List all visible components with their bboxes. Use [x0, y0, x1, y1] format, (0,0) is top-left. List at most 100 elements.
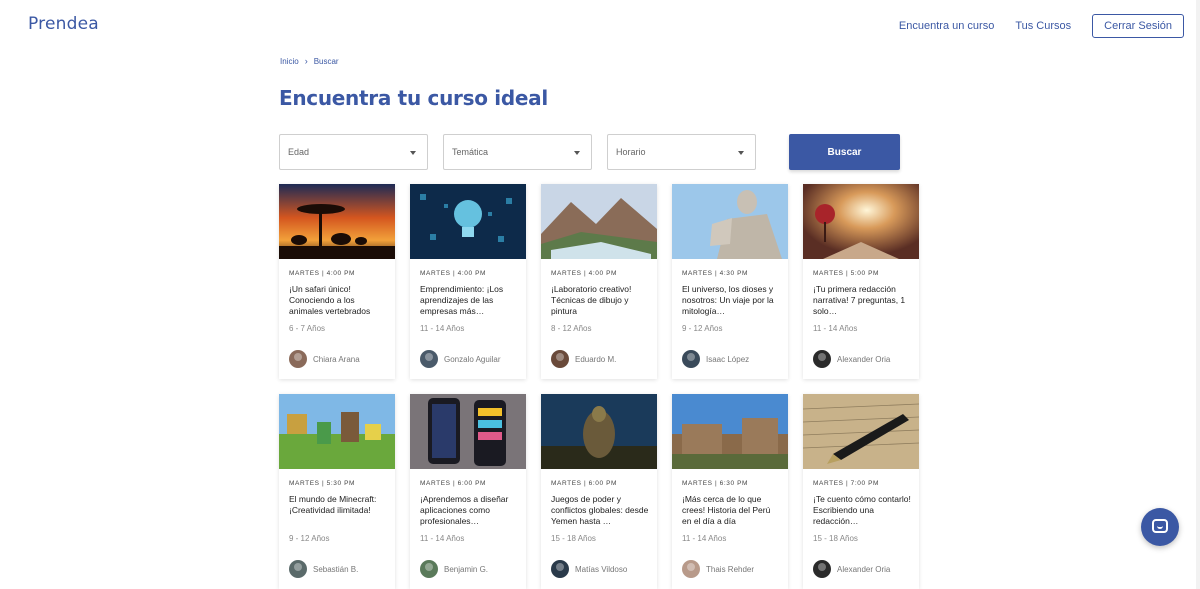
course-age-range: 9 - 12 Años [682, 324, 723, 333]
schedule-select[interactable]: Horario [607, 134, 756, 170]
course-age-range: 15 - 18 Años [813, 534, 858, 543]
course-thumbnail-cathedral [672, 394, 788, 469]
brand-logo[interactable]: Prendea [28, 14, 99, 34]
logout-button[interactable]: Cerrar Sesión [1092, 14, 1184, 38]
course-age-range: 9 - 12 Años [289, 534, 330, 543]
teacher-avatar [289, 560, 307, 578]
course-title[interactable]: Emprendimiento: ¡Los aprendizajes de las… [420, 284, 520, 318]
course-title[interactable]: Juegos de poder y conflictos globales: d… [551, 494, 651, 528]
nav-your-courses-link[interactable]: Tus Cursos [1015, 20, 1071, 32]
schedule-select-label: Horario [616, 147, 646, 157]
course-schedule: MARTES | 6:00 PM [420, 480, 487, 487]
course-title[interactable]: ¡Más cerca de lo que crees! Historia del… [682, 494, 782, 528]
course-age-range: 15 - 18 Años [551, 534, 596, 543]
breadcrumb-home-link[interactable]: Inicio [280, 57, 299, 66]
course-thumbnail-lightbulb [410, 184, 526, 259]
topic-select[interactable]: Temática [443, 134, 592, 170]
course-card[interactable]: MARTES | 6:30 PM ¡Más cerca de lo que cr… [672, 394, 788, 589]
course-thumbnail-pen [803, 394, 919, 469]
course-teacher: Alexander Oria [813, 350, 890, 368]
course-thumbnail-book [803, 184, 919, 259]
course-teacher: Eduardo M. [551, 350, 616, 368]
course-thumbnail-soldier [541, 394, 657, 469]
course-card[interactable]: MARTES | 5:00 PM ¡Tu primera redacción n… [803, 184, 919, 379]
course-schedule: MARTES | 6:30 PM [682, 480, 749, 487]
caret-down-icon [410, 151, 416, 155]
course-card[interactable]: MARTES | 4:00 PM Emprendimiento: ¡Los ap… [410, 184, 526, 379]
age-select-label: Edad [288, 147, 310, 157]
course-schedule: MARTES | 7:00 PM [813, 480, 880, 487]
teacher-name: Matías Vildoso [575, 564, 628, 574]
breadcrumb-current[interactable]: Buscar [314, 57, 339, 66]
course-schedule: MARTES | 4:00 PM [420, 270, 487, 277]
teacher-name: Benjamin G. [444, 564, 489, 574]
course-title[interactable]: ¡Laboratorio creativo! Técnicas de dibuj… [551, 284, 651, 318]
teacher-avatar [420, 350, 438, 368]
teacher-name: Thais Rehder [706, 564, 755, 574]
course-age-range: 11 - 14 Años [813, 324, 858, 333]
chat-launcher-button[interactable] [1141, 508, 1179, 546]
breadcrumb: Inicio › Buscar [280, 56, 339, 66]
page-title: Encuentra tu curso ideal [279, 86, 548, 110]
course-schedule: MARTES | 4:00 PM [551, 270, 618, 277]
course-card[interactable]: MARTES | 4:00 PM ¡Un safari único! Conoc… [279, 184, 395, 379]
course-title[interactable]: El mundo de Minecraft: ¡Creatividad ilim… [289, 494, 389, 528]
teacher-avatar [289, 350, 307, 368]
chevron-right-icon: › [304, 56, 308, 66]
teacher-avatar [813, 560, 831, 578]
course-thumbnail-minecraft [279, 394, 395, 469]
teacher-avatar [551, 350, 569, 368]
course-card[interactable]: MARTES | 4:30 PM El universo, los dioses… [672, 184, 788, 379]
topic-select-label: Temática [452, 147, 489, 157]
teacher-name: Alexander Oria [837, 354, 891, 364]
nav-find-course-link[interactable]: Encuentra un curso [899, 20, 994, 32]
course-age-range: 11 - 14 Años [682, 534, 727, 543]
course-card[interactable]: MARTES | 4:00 PM ¡Laboratorio creativo! … [541, 184, 657, 379]
course-thumbnail-landscape [541, 184, 657, 259]
course-title[interactable]: ¡Un safari único! Conociendo a los anima… [289, 284, 389, 318]
teacher-name: Alexander Oria [837, 564, 891, 574]
course-thumbnail-safari [279, 184, 395, 259]
chat-icon [1152, 519, 1168, 533]
course-title[interactable]: ¡Tu primera redacción narrativa! 7 pregu… [813, 284, 913, 318]
course-card[interactable]: MARTES | 7:00 PM ¡Te cuento cómo contarl… [803, 394, 919, 589]
course-age-range: 11 - 14 Años [420, 324, 465, 333]
course-age-range: 6 - 7 Años [289, 324, 326, 333]
course-teacher: Matías Vildoso [551, 560, 627, 578]
course-thumbnail-phones [410, 394, 526, 469]
teacher-avatar [682, 350, 700, 368]
course-title[interactable]: El universo, los dioses y nosotros: Un v… [682, 284, 782, 318]
course-card[interactable]: MARTES | 6:00 PM Juegos de poder y confl… [541, 394, 657, 589]
teacher-avatar [813, 350, 831, 368]
teacher-name: Isaac López [706, 354, 750, 364]
course-teacher: Sebastián B. [289, 560, 358, 578]
age-select[interactable]: Edad [279, 134, 428, 170]
course-teacher: Benjamin G. [420, 560, 488, 578]
filter-bar: Edad Temática Horario [279, 134, 771, 170]
page-scrollbar[interactable] [1196, 0, 1200, 589]
course-card[interactable]: MARTES | 6:00 PM ¡Aprendemos a diseñar a… [410, 394, 526, 589]
course-schedule: MARTES | 6:00 PM [551, 480, 618, 487]
course-teacher: Chiara Arana [289, 350, 360, 368]
search-button[interactable]: Buscar [789, 134, 900, 170]
caret-down-icon [574, 151, 580, 155]
course-schedule: MARTES | 5:30 PM [289, 480, 356, 487]
teacher-name: Chiara Arana [313, 354, 360, 364]
course-title[interactable]: ¡Aprendemos a diseñar aplicaciones como … [420, 494, 520, 528]
course-teacher: Isaac López [682, 350, 749, 368]
course-title[interactable]: ¡Te cuento cómo contarlo! Escribiendo un… [813, 494, 913, 528]
top-navigation-bar: Prendea Encuentra un curso Tus Cursos Ce… [0, 0, 1200, 50]
course-schedule: MARTES | 4:00 PM [289, 270, 356, 277]
course-age-range: 8 - 12 Años [551, 324, 592, 333]
teacher-name: Sebastián B. [313, 564, 359, 574]
course-teacher: Gonzalo Aguilar [420, 350, 500, 368]
main-nav: Encuentra un curso Tus Cursos Cerrar Ses… [899, 14, 1184, 38]
teacher-name: Gonzalo Aguilar [444, 354, 501, 364]
course-card[interactable]: MARTES | 5:30 PM El mundo de Minecraft: … [279, 394, 395, 589]
teacher-avatar [551, 560, 569, 578]
caret-down-icon [738, 151, 744, 155]
course-schedule: MARTES | 4:30 PM [682, 270, 749, 277]
course-teacher: Thais Rehder [682, 560, 754, 578]
course-schedule: MARTES | 5:00 PM [813, 270, 880, 277]
course-teacher: Alexander Oria [813, 560, 890, 578]
